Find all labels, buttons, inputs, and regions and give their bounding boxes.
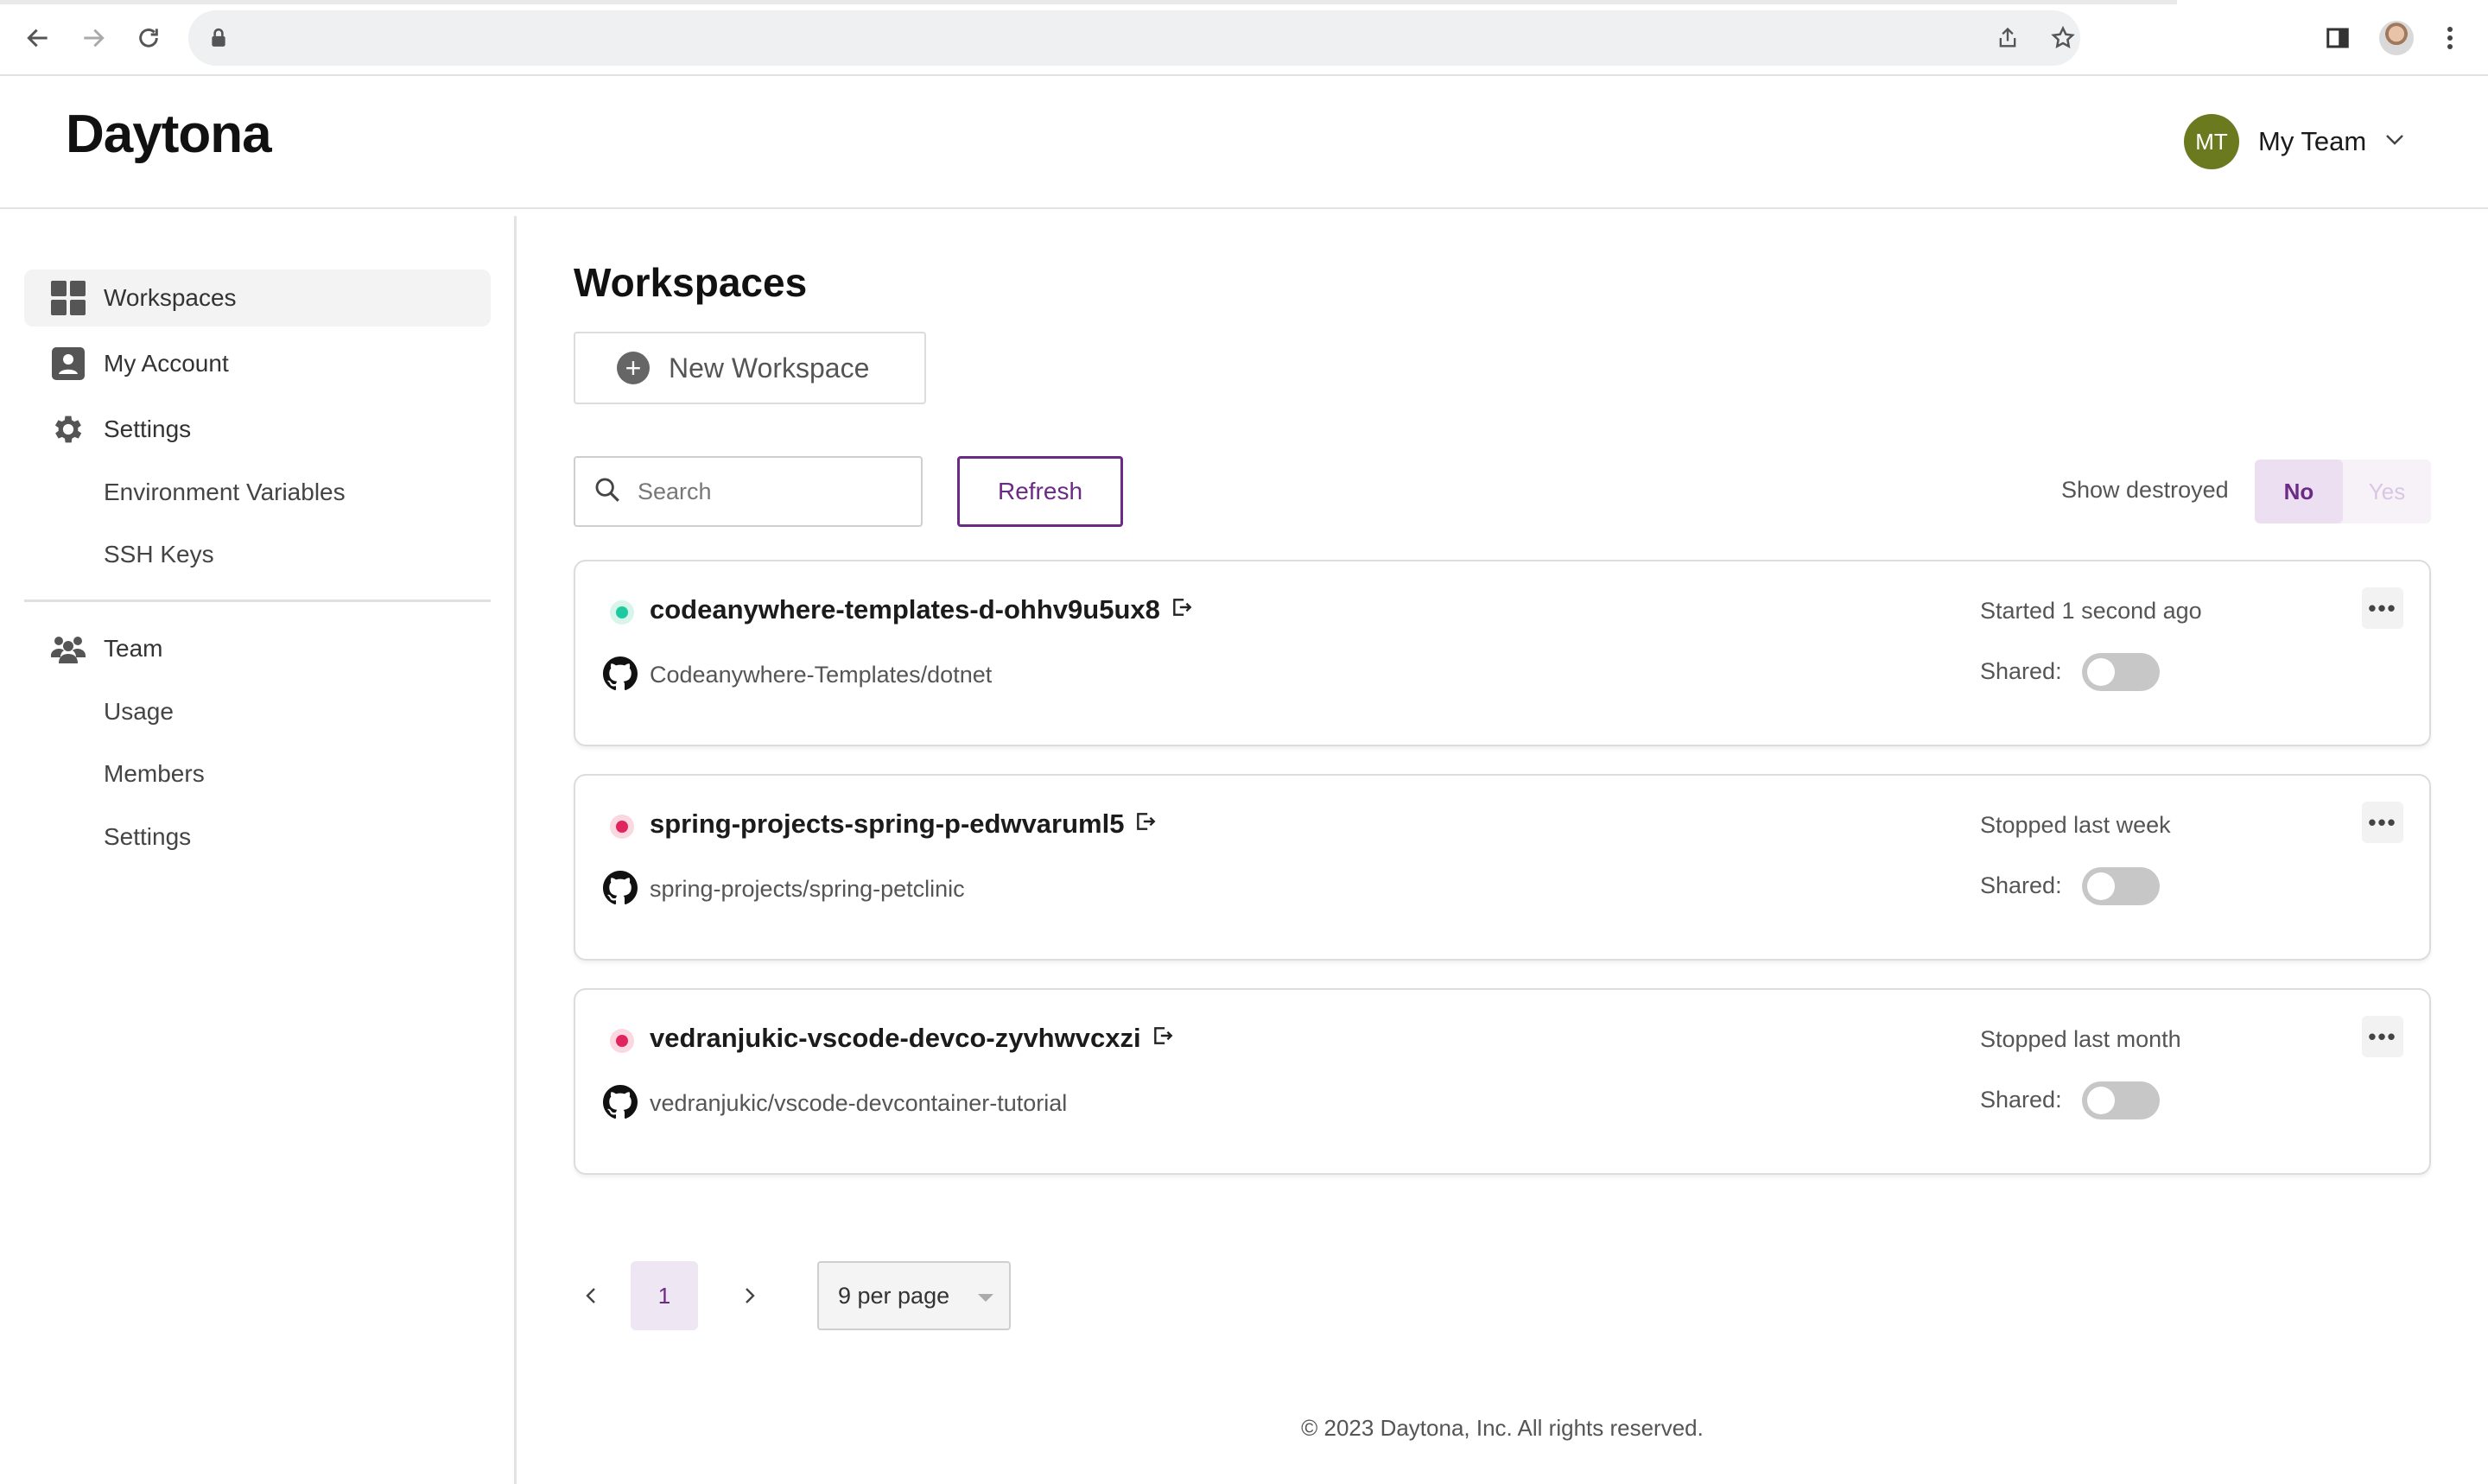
workspace-status: Stopped last week <box>1980 812 2171 838</box>
bookmark-star-icon[interactable] <box>2049 24 2077 52</box>
gear-icon <box>50 411 86 447</box>
address-bar[interactable] <box>188 10 2080 66</box>
status-dot-stopped <box>610 815 634 839</box>
team-avatar: MT <box>2184 114 2239 169</box>
lock-icon <box>209 28 228 53</box>
sidebar-item-usage[interactable]: Usage <box>104 698 174 726</box>
github-icon <box>603 656 638 691</box>
app-header: Daytona MT My Team <box>0 78 2488 209</box>
status-dot-stopped <box>610 1029 634 1053</box>
grid-icon <box>50 280 86 316</box>
side-panel-icon[interactable] <box>2319 19 2357 57</box>
sidebar-item-team[interactable]: Team <box>24 620 491 677</box>
more-options-icon[interactable]: ••• <box>2362 802 2403 843</box>
github-icon <box>603 871 638 905</box>
team-name: My Team <box>2258 126 2367 156</box>
shared-toggle[interactable] <box>2082 867 2160 905</box>
workspace-card[interactable]: spring-projects-spring-p-edwvaruml5 spri… <box>574 774 2431 961</box>
more-options-icon[interactable]: ••• <box>2362 1016 2403 1057</box>
workspace-status: Started 1 second ago <box>1980 598 2202 624</box>
repository-link[interactable]: vedranjukic/vscode-devcontainer-tutorial <box>650 1090 1067 1117</box>
shared-toggle[interactable] <box>2082 1081 2160 1119</box>
status-dot-running <box>610 600 634 625</box>
workspace-card[interactable]: vedranjukic-vscode-devco-zyvhwvcxzi vedr… <box>574 988 2431 1175</box>
search-input[interactable] <box>638 478 914 505</box>
sidebar-item-settings[interactable]: Settings <box>24 401 491 458</box>
open-external-icon[interactable] <box>1171 594 1193 625</box>
workspace-name-text: spring-projects-spring-p-edwvaruml5 <box>650 809 1125 839</box>
sidebar-item-label: Settings <box>104 415 192 442</box>
browser-toolbar <box>0 0 2488 76</box>
team-switcher[interactable]: MT My Team <box>2184 114 2404 169</box>
show-destroyed-label: Show destroyed <box>2061 477 2229 503</box>
kebab-menu-icon[interactable] <box>2431 19 2469 57</box>
sidebar-item-ssh-keys[interactable]: SSH Keys <box>104 541 214 568</box>
workspace-name-text: codeanywhere-templates-d-ohhv9u5ux8 <box>650 594 1160 625</box>
new-workspace-button[interactable]: + New Workspace <box>574 332 926 404</box>
sidebar-item-label: Workspaces <box>104 284 237 311</box>
sidebar-item-label: My Account <box>104 350 229 377</box>
chevron-right-icon[interactable] <box>733 1278 767 1313</box>
account-icon <box>50 346 86 382</box>
shared-label: Shared: <box>1980 872 2062 898</box>
search-icon <box>593 475 622 509</box>
shared-toggle[interactable] <box>2082 653 2160 691</box>
workspace-status: Stopped last month <box>1980 1026 2181 1052</box>
chevron-down-icon <box>2385 134 2404 150</box>
sidebar-item-members[interactable]: Members <box>104 760 205 788</box>
forward-icon[interactable] <box>74 19 112 57</box>
caret-down-icon <box>978 1294 993 1302</box>
back-icon[interactable] <box>19 19 57 57</box>
sidebar-divider <box>24 599 491 602</box>
team-icon <box>50 631 86 667</box>
open-external-icon[interactable] <box>1152 1023 1174 1054</box>
workspace-name[interactable]: vedranjukic-vscode-devco-zyvhwvcxzi <box>650 1023 1174 1054</box>
per-page-select[interactable]: 9 per page <box>817 1261 1011 1330</box>
sidebar-item-environment-variables[interactable]: Environment Variables <box>104 479 346 506</box>
new-workspace-label: New Workspace <box>669 352 870 384</box>
sidebar-item-my-account[interactable]: My Account <box>24 335 491 392</box>
daytona-logo[interactable]: Daytona <box>66 104 272 165</box>
pagination: 1 9 per page <box>574 1261 1057 1330</box>
show-destroyed-toggle: No Yes <box>2255 460 2431 523</box>
page-title: Workspaces <box>574 260 808 305</box>
search-box[interactable] <box>574 456 923 527</box>
sidebar-item-team-settings[interactable]: Settings <box>104 823 191 851</box>
refresh-button[interactable]: Refresh <box>957 456 1123 527</box>
sidebar-item-label: Team <box>104 635 163 662</box>
github-icon <box>603 1085 638 1119</box>
loading-bar <box>0 0 2177 4</box>
more-options-icon[interactable]: ••• <box>2362 587 2403 629</box>
shared-label: Shared: <box>1980 1087 2062 1113</box>
repository-link[interactable]: spring-projects/spring-petclinic <box>650 876 965 903</box>
sidebar-item-workspaces[interactable]: Workspaces <box>24 270 491 327</box>
share-icon[interactable] <box>1994 24 2022 52</box>
workspace-name[interactable]: spring-projects-spring-p-edwvaruml5 <box>650 809 1157 840</box>
workspace-name-text: vedranjukic-vscode-devco-zyvhwvcxzi <box>650 1023 1141 1053</box>
footer-copyright: © 2023 Daytona, Inc. All rights reserved… <box>1301 1415 1704 1441</box>
shared-label: Shared: <box>1980 658 2062 684</box>
reload-icon[interactable] <box>130 19 168 57</box>
plus-circle-icon: + <box>617 352 650 384</box>
show-destroyed-no[interactable]: No <box>2255 460 2343 523</box>
open-external-icon[interactable] <box>1134 809 1157 840</box>
sidebar: Workspaces My Account Settings Environme… <box>0 216 517 1484</box>
workspace-card[interactable]: codeanywhere-templates-d-ohhv9u5ux8 Code… <box>574 560 2431 746</box>
per-page-value: 9 per page <box>838 1282 950 1309</box>
profile-avatar[interactable] <box>2377 19 2415 57</box>
chevron-left-icon[interactable] <box>574 1278 608 1313</box>
page-button-current[interactable]: 1 <box>631 1261 698 1330</box>
workspace-name[interactable]: codeanywhere-templates-d-ohhv9u5ux8 <box>650 594 1193 625</box>
show-destroyed-yes[interactable]: Yes <box>2343 460 2431 523</box>
repository-link[interactable]: Codeanywhere-Templates/dotnet <box>650 662 992 688</box>
